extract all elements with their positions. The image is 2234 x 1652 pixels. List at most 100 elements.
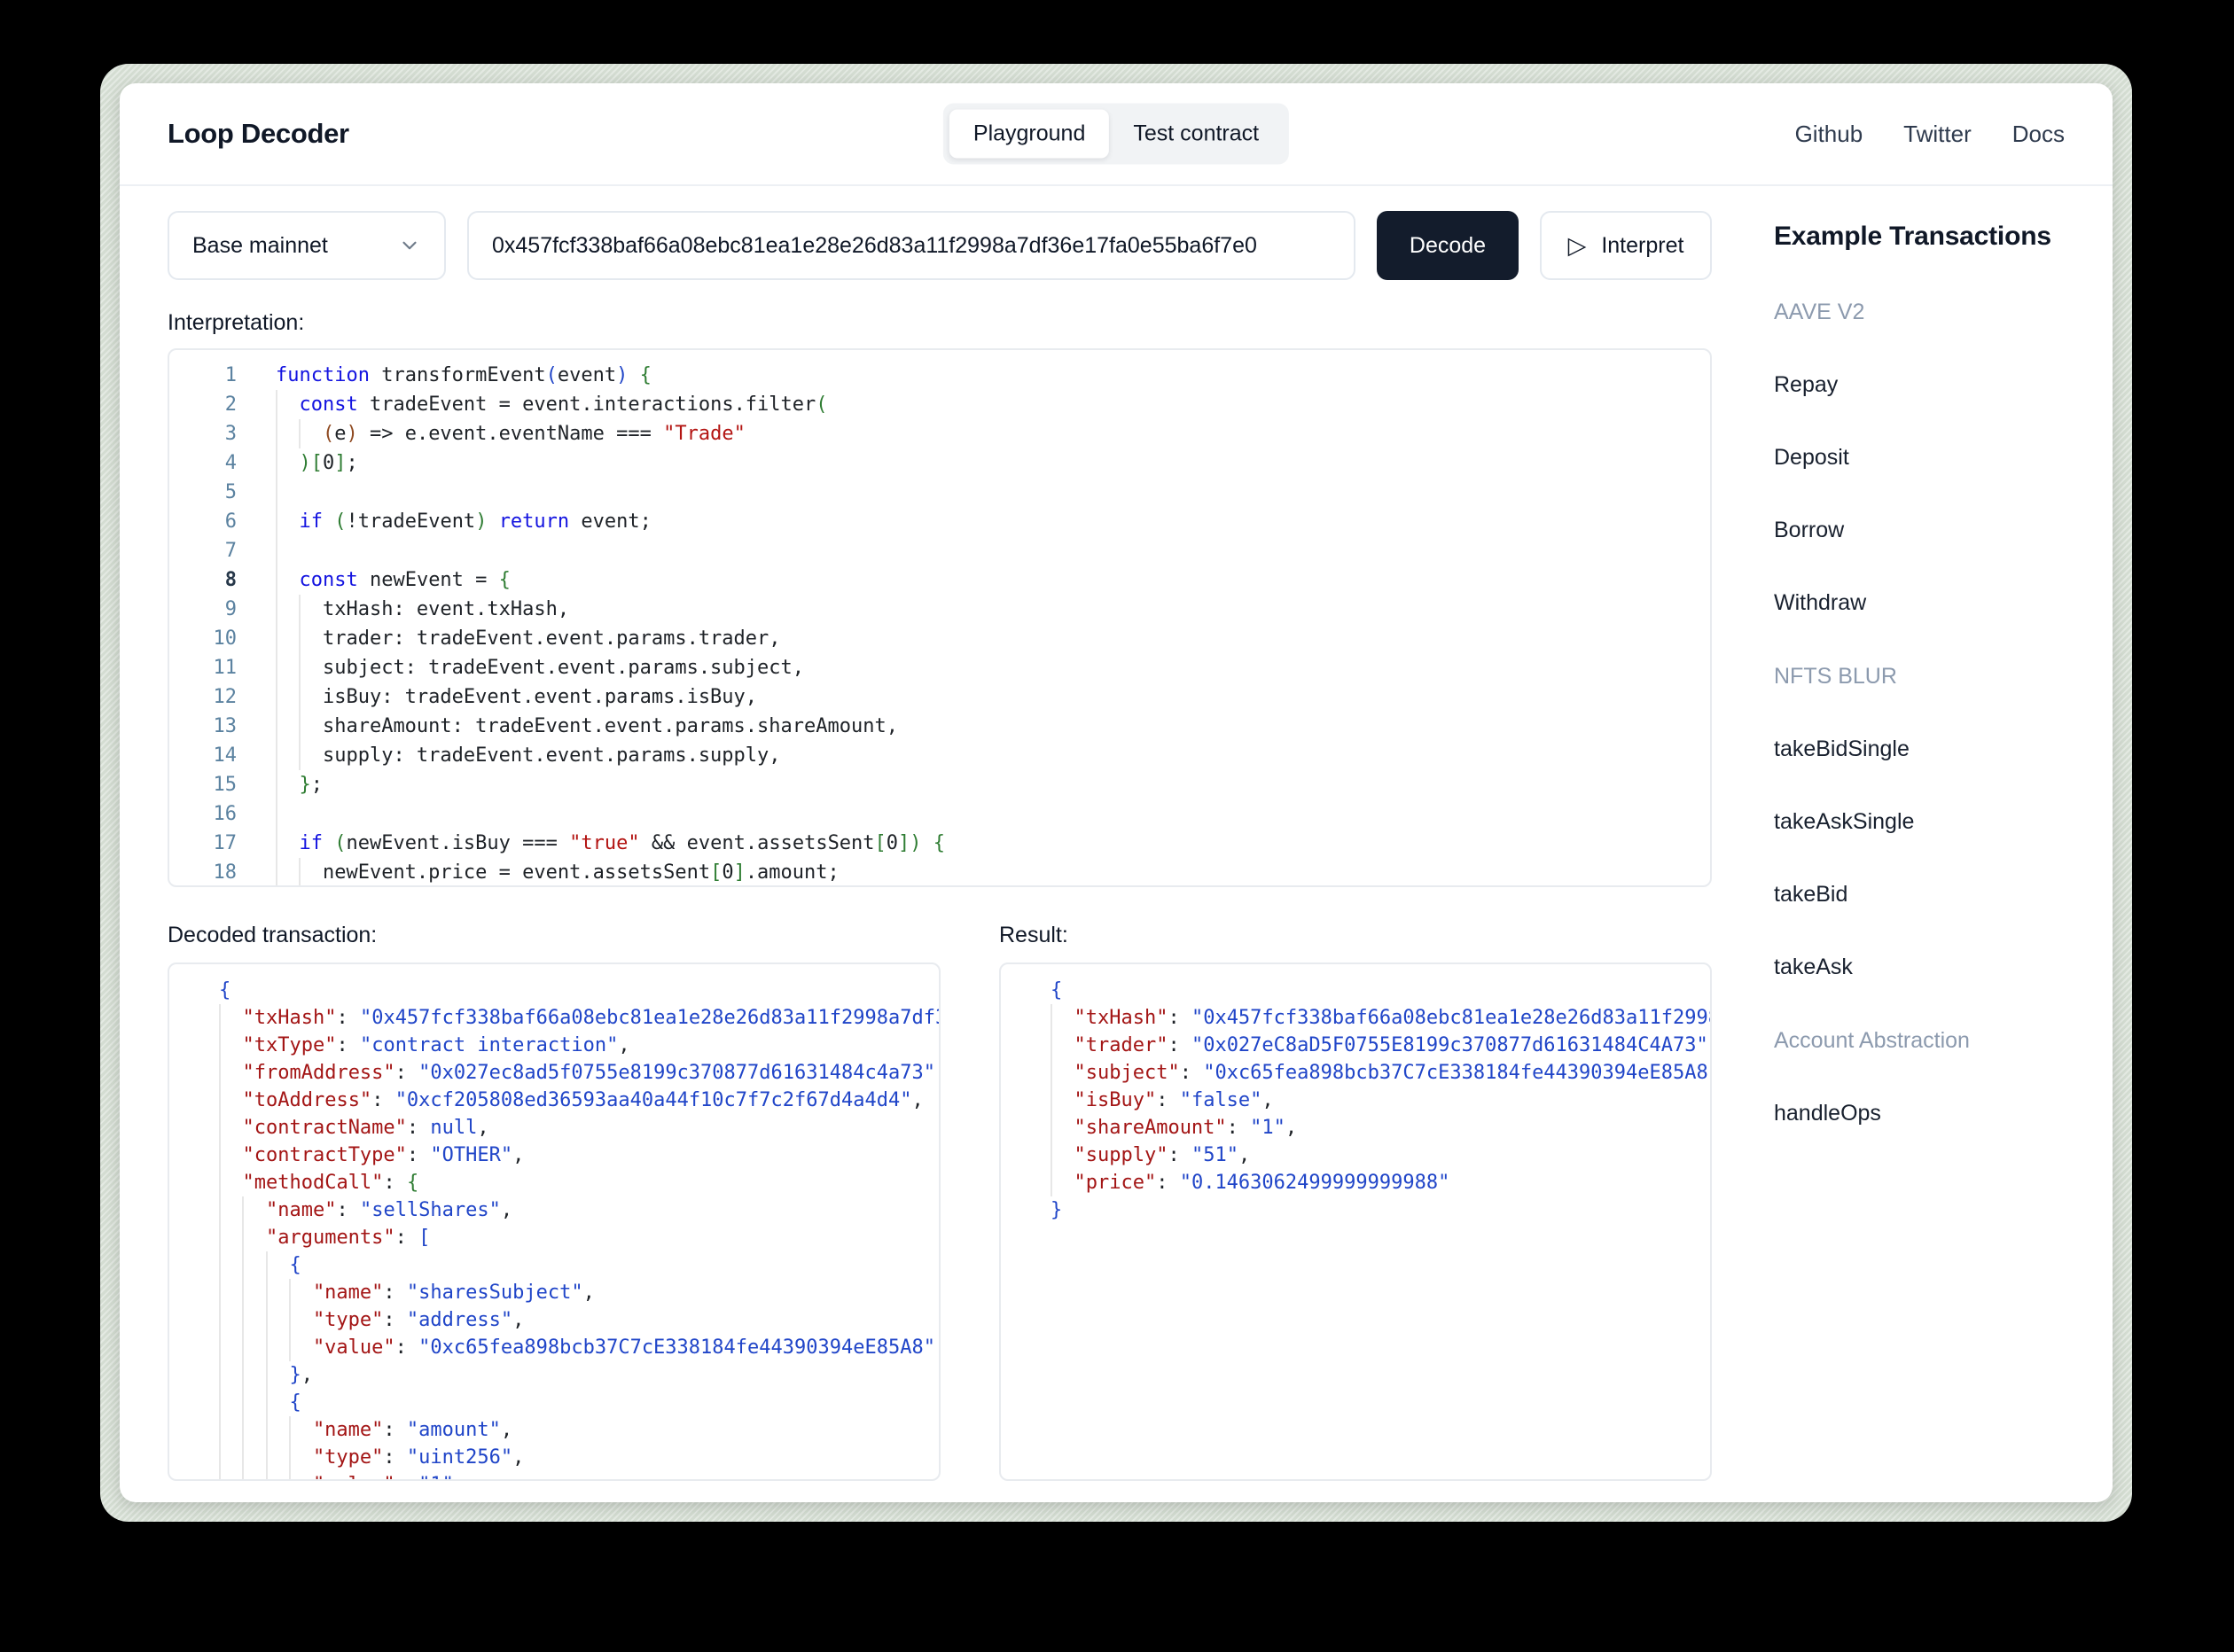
code-line: 9txHash: event.txHash, — [169, 595, 1710, 624]
example-link-borrow[interactable]: Borrow — [1774, 518, 2065, 543]
example-link-withdraw[interactable]: Withdraw — [1774, 590, 2065, 616]
indent-guide — [276, 624, 299, 653]
indent-guide — [219, 1471, 242, 1481]
result-column: Result: {"txHash": "0x457fcf338baf66a08e… — [999, 923, 1712, 1481]
decoded-column: Decoded transaction: {"txHash": "0x457fc… — [168, 923, 941, 1481]
indent-guide — [276, 595, 299, 624]
example-transactions-sidebar: Example Transactions AAVE V2 Repay Depos… — [1712, 211, 2065, 1481]
indent-guide — [299, 712, 322, 741]
decode-button[interactable]: Decode — [1377, 211, 1519, 280]
indent-guide — [242, 1389, 265, 1416]
indent-guide — [219, 1004, 242, 1032]
code-line: 11subject: tradeEvent.event.params.subje… — [169, 653, 1710, 682]
indent-guide — [219, 1142, 242, 1169]
code-line: "toAddress": "0xcf205808ed36593aa40a44f1… — [219, 1087, 939, 1114]
header-links: Github Twitter Docs — [1795, 121, 2065, 148]
play-icon: ▷ — [1568, 234, 1587, 258]
code-line: { — [219, 1389, 939, 1416]
line-number: 7 — [169, 536, 237, 565]
code-line: 15}; — [169, 770, 1710, 799]
indent-guide — [299, 741, 322, 770]
indent-guide — [266, 1444, 289, 1471]
indent-guide — [276, 741, 299, 770]
line-number: 14 — [169, 741, 237, 770]
result-label: Result: — [999, 923, 1712, 948]
indent-guide — [276, 390, 299, 419]
indent-guide — [219, 1224, 242, 1251]
indent-guide — [1051, 1087, 1074, 1114]
code-line: 16 — [169, 799, 1710, 829]
indent-guide — [276, 565, 299, 595]
indent-guide — [1051, 1114, 1074, 1142]
left-column: Base mainnet Decode ▷ Interpret Interpre… — [168, 211, 1712, 1481]
line-number: 5 — [169, 478, 237, 507]
example-link-deposit[interactable]: Deposit — [1774, 445, 2065, 471]
interpret-button[interactable]: ▷ Interpret — [1540, 211, 1712, 280]
indent-guide — [266, 1361, 289, 1389]
indent-guide — [276, 682, 299, 712]
line-number: 15 — [169, 770, 237, 799]
code-line: 1function transformEvent(event) { — [169, 361, 1710, 390]
indent-guide — [219, 1306, 242, 1334]
code-line: 3(e) => e.event.eventName === "Trade" — [169, 419, 1710, 448]
indent-guide — [1051, 1142, 1074, 1169]
code-line: "txHash": "0x457fcf338baf66a08ebc81ea1e2… — [1051, 1004, 1710, 1032]
code-line: 7 — [169, 536, 1710, 565]
indent-guide — [276, 858, 299, 887]
line-number: 10 — [169, 624, 237, 653]
example-link-takebidsingle[interactable]: takeBidSingle — [1774, 736, 2065, 762]
code-line: "methodCall": { — [219, 1169, 939, 1196]
indent-guide — [219, 1169, 242, 1196]
code-line: "contractName": null, — [219, 1114, 939, 1142]
indent-guide — [219, 1444, 242, 1471]
indent-guide — [276, 507, 299, 536]
app-title: Loop Decoder — [168, 118, 349, 150]
line-number: 2 — [169, 390, 237, 419]
indent-guide — [276, 478, 299, 507]
decoded-transaction-label: Decoded transaction: — [168, 923, 941, 948]
indent-guide — [299, 858, 322, 887]
code-line: "trader": "0x027eC8aD5F0755E8199c370877d… — [1051, 1032, 1710, 1059]
indent-guide — [276, 419, 299, 448]
example-link-takeasksingle[interactable]: takeAskSingle — [1774, 809, 2065, 835]
indent-guide — [219, 1251, 242, 1279]
line-number: 16 — [169, 799, 237, 829]
indent-guide — [276, 799, 299, 829]
code-line: "name": "sellShares", — [219, 1196, 939, 1224]
docs-link[interactable]: Docs — [2012, 121, 2065, 148]
example-link-repay[interactable]: Repay — [1774, 372, 2065, 398]
code-line: 18newEvent.price = event.assetsSent[0].a… — [169, 858, 1710, 887]
indent-guide — [1051, 1059, 1074, 1087]
line-number: 4 — [169, 448, 237, 478]
line-number: 9 — [169, 595, 237, 624]
indent-guide — [266, 1389, 289, 1416]
screen-background: Loop Decoder Playground Test contract Gi… — [0, 0, 2234, 1652]
indent-guide — [266, 1279, 289, 1306]
tab-test-contract[interactable]: Test contract — [1109, 110, 1283, 159]
indent-guide — [266, 1471, 289, 1481]
indent-guide — [299, 682, 322, 712]
code-line: 13shareAmount: tradeEvent.event.params.s… — [169, 712, 1710, 741]
network-select[interactable]: Base mainnet — [168, 211, 446, 280]
example-link-handleops[interactable]: handleOps — [1774, 1101, 2065, 1126]
tab-playground[interactable]: Playground — [949, 110, 1109, 159]
controls-row: Base mainnet Decode ▷ Interpret — [168, 211, 1712, 280]
github-link[interactable]: Github — [1795, 121, 1863, 148]
code-line: "shareAmount": "1", — [1051, 1114, 1710, 1142]
indent-guide — [276, 770, 299, 799]
twitter-link[interactable]: Twitter — [1903, 121, 1972, 148]
code-line: 14supply: tradeEvent.event.params.supply… — [169, 741, 1710, 770]
section-title-aave-v2: AAVE V2 — [1774, 300, 2065, 325]
example-link-takeask[interactable]: takeAsk — [1774, 955, 2065, 980]
interpretation-code-editor[interactable]: 1function transformEvent(event) {2const … — [168, 348, 1712, 887]
code-line: "price": "0.1463062499999999988" — [1051, 1169, 1710, 1196]
indent-guide — [219, 1389, 242, 1416]
example-link-takebid[interactable]: takeBid — [1774, 882, 2065, 908]
indent-guide — [289, 1444, 312, 1471]
tx-hash-input[interactable] — [467, 211, 1355, 280]
line-number: 12 — [169, 682, 237, 712]
code-line: 10trader: tradeEvent.event.params.trader… — [169, 624, 1710, 653]
section-title-nfts-blur: NFTS BLUR — [1774, 664, 2065, 690]
indent-guide — [219, 1361, 242, 1389]
indent-guide — [219, 1114, 242, 1142]
